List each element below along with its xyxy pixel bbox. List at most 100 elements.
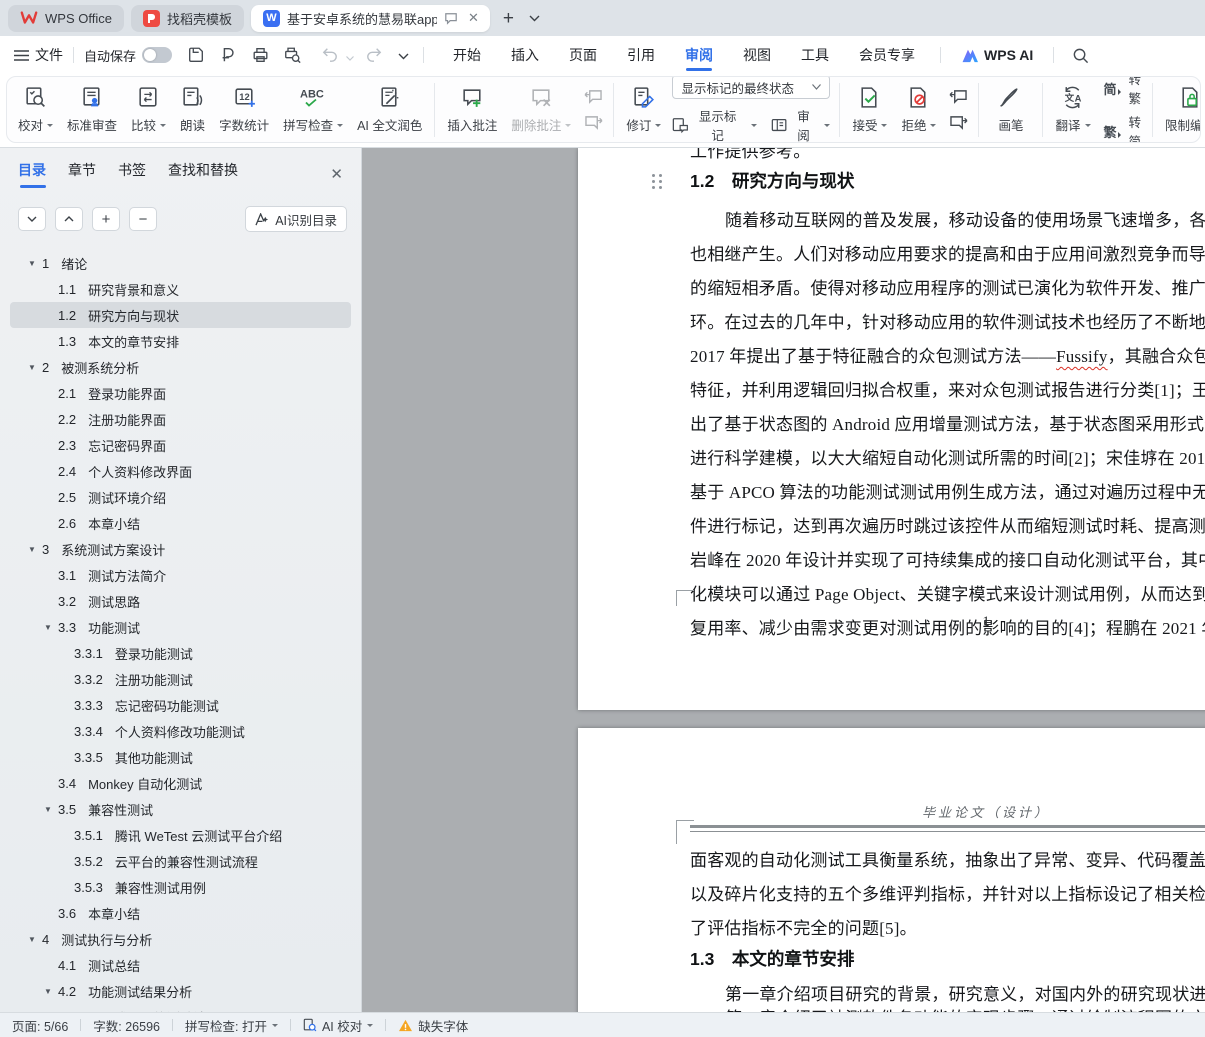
- toc-item[interactable]: ▼ 3.5.1 腾讯 WeTest 云测试平台介绍: [10, 822, 351, 848]
- previous-comment-button[interactable]: [582, 87, 604, 107]
- toc-item[interactable]: ▼ 1 绪论: [10, 250, 351, 276]
- toc-item[interactable]: ▼ 4.2.1 登录功能测试结果: [10, 1004, 351, 1012]
- standard-review-button[interactable]: 标准审查: [60, 79, 124, 141]
- collapse-all-button[interactable]: [55, 207, 83, 231]
- collapse-triangle-icon[interactable]: ▼: [40, 623, 56, 632]
- restrict-editing-button[interactable]: 限制编辑: [1158, 79, 1201, 141]
- tab-wps-office[interactable]: WPS Office: [8, 5, 124, 32]
- hamburger-menu-icon[interactable]: [14, 50, 29, 61]
- collapse-triangle-icon[interactable]: ▼: [24, 363, 40, 372]
- toc-item[interactable]: ▼ 3.6 本章小结: [10, 900, 351, 926]
- search-icon[interactable]: [1068, 43, 1092, 67]
- markup-state-select[interactable]: 显示标记的最终状态: [672, 76, 830, 99]
- tab-contents[interactable]: 目录: [18, 160, 46, 188]
- toc-item[interactable]: ▼ 3.4 Monkey 自动化测试: [10, 770, 351, 796]
- menu-item-review[interactable]: 审阅: [670, 36, 728, 74]
- previous-revision-button[interactable]: [947, 87, 969, 107]
- page-1[interactable]: 工作提供参考。 1.2 研究方向与现状 随着移动互联网的普及发展，移动设备的使用…: [578, 148, 1205, 710]
- tab-list-chevron-icon[interactable]: [529, 15, 540, 22]
- next-revision-button[interactable]: [947, 113, 969, 133]
- show-markup-button[interactable]: 显示标记: [672, 106, 756, 143]
- next-comment-button[interactable]: [582, 113, 604, 133]
- toc-item[interactable]: ▼ 3.5.2 云平台的兼容性测试流程: [10, 848, 351, 874]
- toc-item[interactable]: ▼ 4.1 测试总结: [10, 952, 351, 978]
- close-tab-icon[interactable]: ✕: [465, 10, 482, 26]
- tab-bookmarks[interactable]: 书签: [118, 160, 146, 188]
- menu-item-page[interactable]: 页面: [554, 36, 612, 74]
- spell-check-status[interactable]: 拼写检查: 打开: [185, 1016, 278, 1035]
- toc-item[interactable]: ▼ 2.4 个人资料修改界面: [10, 458, 351, 484]
- ai-polish-button[interactable]: AI 全文润色: [350, 79, 429, 141]
- toc-item[interactable]: ▼ 2.5 测试环境介绍: [10, 484, 351, 510]
- toc-item[interactable]: ▼ 3.3 功能测试: [10, 614, 351, 640]
- toc-item[interactable]: ▼ 3.3.3 忘记密码功能测试: [10, 692, 351, 718]
- toc-item[interactable]: ▼ 2 被测系统分析: [10, 354, 351, 380]
- translate-button[interactable]: 文A 翻译: [1048, 79, 1097, 141]
- menu-item-view[interactable]: 视图: [728, 36, 786, 74]
- compare-button[interactable]: 比较: [124, 79, 173, 141]
- missing-font-warning[interactable]: 缺失字体: [398, 1016, 468, 1035]
- proofread-button[interactable]: 校对: [11, 79, 60, 141]
- toc-item[interactable]: ▼ 3.3.5 其他功能测试: [10, 744, 351, 770]
- comment-bubble-icon[interactable]: [444, 12, 458, 25]
- review-pane-button[interactable]: 审阅: [771, 106, 831, 143]
- ai-recognize-toc-button[interactable]: AI识别目录: [245, 206, 347, 232]
- accept-revision-button[interactable]: 接受: [845, 79, 894, 141]
- menu-item-membership[interactable]: 会员专享: [844, 36, 930, 74]
- toc-item[interactable]: ▼ 3.5.3 兼容性测试用例: [10, 874, 351, 900]
- page-indicator[interactable]: 页面: 5/66: [12, 1016, 68, 1035]
- dialog-launcher-icon[interactable]: [1105, 128, 1114, 137]
- read-aloud-button[interactable]: 朗读: [173, 79, 212, 141]
- menu-item-insert[interactable]: 插入: [496, 36, 554, 74]
- toc-item[interactable]: ▼ 3.3.2 注册功能测试: [10, 666, 351, 692]
- collapse-triangle-icon[interactable]: ▼: [40, 987, 56, 996]
- ai-proofread-status[interactable]: AI 校对: [303, 1016, 373, 1035]
- insert-comment-button[interactable]: 插入批注: [440, 79, 504, 141]
- track-changes-button[interactable]: 修订: [619, 79, 668, 141]
- close-sidebar-icon[interactable]: ✕: [326, 163, 347, 185]
- toc-item[interactable]: ▼ 3.5 兼容性测试: [10, 796, 351, 822]
- print-preview-icon[interactable]: [280, 43, 304, 67]
- print-icon[interactable]: [248, 43, 272, 67]
- word-count-button[interactable]: 12 字数统计: [212, 79, 276, 141]
- collapse-triangle-icon[interactable]: ▼: [24, 935, 40, 944]
- toc-item[interactable]: ▼ 3.2 测试思路: [10, 588, 351, 614]
- delete-comment-button[interactable]: 删除批注: [504, 79, 578, 141]
- toc-item[interactable]: ▼ 1.2 研究方向与现状: [10, 302, 351, 328]
- zoom-in-button[interactable]: +: [92, 207, 120, 231]
- tab-document[interactable]: W 基于安卓系统的慧易联app的 ✕: [251, 5, 490, 32]
- tab-find-replace[interactable]: 查找和替换: [168, 160, 238, 188]
- toc-item[interactable]: ▼ 2.2 注册功能界面: [10, 406, 351, 432]
- new-tab-button[interactable]: +: [497, 9, 520, 28]
- tab-chapters[interactable]: 章节: [68, 160, 96, 188]
- toc-item[interactable]: ▼ 2.1 登录功能界面: [10, 380, 351, 406]
- save-icon[interactable]: [184, 43, 208, 67]
- toc-item[interactable]: ▼ 1.3 本文的章节安排: [10, 328, 351, 354]
- toc-item[interactable]: ▼ 1.1 研究背景和意义: [10, 276, 351, 302]
- file-menu[interactable]: 文件: [35, 45, 63, 65]
- menu-item-home[interactable]: 开始: [438, 36, 496, 74]
- toc-item[interactable]: ▼ 3.3.4 个人资料修改功能测试: [10, 718, 351, 744]
- wps-ai-button[interactable]: WPS AI: [951, 47, 1043, 63]
- pen-button[interactable]: 画笔: [984, 79, 1037, 141]
- collapse-triangle-icon[interactable]: ▼: [24, 259, 40, 268]
- expand-all-button[interactable]: [18, 207, 46, 231]
- autosave-toggle[interactable]: [142, 47, 172, 63]
- toc-item[interactable]: ▼ 3 系统测试方案设计: [10, 536, 351, 562]
- export-pdf-icon[interactable]: [216, 43, 240, 67]
- spell-check-button[interactable]: ABC 拼写检查: [276, 79, 350, 141]
- paragraph-drag-handle-icon[interactable]: [652, 174, 663, 189]
- toc-item[interactable]: ▼ 3.3.1 登录功能测试: [10, 640, 351, 666]
- toc-item[interactable]: ▼ 4 测试执行与分析: [10, 926, 351, 952]
- toc-item[interactable]: ▼ 2.6 本章小结: [10, 510, 351, 536]
- more-tools-chevron-icon[interactable]: [398, 53, 409, 60]
- word-count-indicator[interactable]: 字数: 26596: [93, 1016, 160, 1035]
- page-2[interactable]: 毕业论文（设计） 面客观的自动化测试工具衡量系统，抽象出了异常、变异、代码覆盖、…: [578, 728, 1205, 1012]
- menu-item-reference[interactable]: 引用: [612, 36, 670, 74]
- to-traditional-button[interactable]: 简 转繁: [1104, 76, 1142, 107]
- toc-item[interactable]: ▼ 4.2 功能测试结果分析: [10, 978, 351, 1004]
- toc-item[interactable]: ▼ 2.3 忘记密码界面: [10, 432, 351, 458]
- collapse-triangle-icon[interactable]: ▼: [40, 805, 56, 814]
- collapse-triangle-icon[interactable]: ▼: [24, 545, 40, 554]
- reject-revision-button[interactable]: 拒绝: [894, 79, 943, 141]
